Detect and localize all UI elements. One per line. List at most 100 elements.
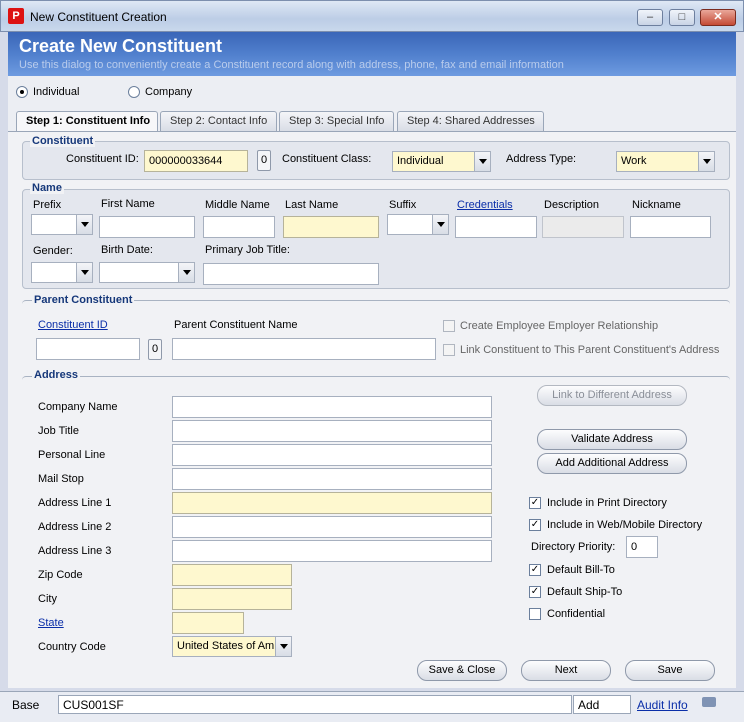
save-button[interactable]: Save [625, 660, 715, 681]
close-icon[interactable]: ✕ [700, 9, 736, 26]
constituent-legend: Constituent [30, 135, 96, 147]
city-field[interactable] [172, 588, 292, 610]
validate-address-button[interactable]: Validate Address [537, 429, 687, 450]
tab-shared-addresses[interactable]: Step 4: Shared Addresses [397, 111, 544, 131]
name-legend: Name [30, 182, 64, 194]
chevron-down-icon[interactable] [178, 263, 194, 282]
credentials-field[interactable] [455, 216, 537, 238]
print-directory-checkbox[interactable]: ✓ [529, 497, 541, 509]
company-label: Company [145, 86, 193, 98]
last-name-field[interactable] [283, 216, 379, 238]
maximize-icon[interactable]: □ [669, 9, 695, 26]
default-bill-to-label: Default Bill-To [547, 564, 615, 576]
status-action: Add [573, 695, 631, 714]
chevron-down-icon[interactable] [432, 215, 448, 234]
address-line-3-field[interactable] [172, 540, 492, 562]
dialog-header: Create New Constituent Use this dialog t… [8, 32, 736, 76]
link-address-checkbox[interactable] [443, 344, 455, 356]
chevron-down-icon[interactable] [76, 215, 92, 234]
directory-priority-label: Directory Priority: [531, 541, 616, 553]
nickname-field[interactable] [630, 216, 711, 238]
confidential-checkbox[interactable] [529, 608, 541, 620]
country-code-label: Country Code [38, 641, 106, 653]
suffix-select[interactable] [387, 214, 449, 235]
mail-stop-field[interactable] [172, 468, 492, 490]
personal-line-field[interactable] [172, 444, 492, 466]
default-ship-to-checkbox[interactable]: ✓ [529, 586, 541, 598]
birth-date-picker[interactable] [99, 262, 195, 283]
nickname-label: Nickname [632, 199, 681, 211]
link-different-address-button[interactable]: Link to Different Address [537, 385, 687, 406]
middle-name-field[interactable] [203, 216, 275, 238]
parent-constituent-name-field[interactable] [172, 338, 436, 360]
state-field[interactable] [172, 612, 244, 634]
create-relationship-checkbox[interactable] [443, 320, 455, 332]
personal-line-label: Personal Line [38, 449, 106, 461]
country-code-select[interactable]: United States of Am [172, 636, 292, 657]
mail-stop-label: Mail Stop [38, 473, 84, 485]
tab-special-info[interactable]: Step 3: Special Info [279, 111, 394, 131]
printer-icon[interactable] [702, 697, 716, 707]
address-line-2-field[interactable] [172, 516, 492, 538]
parent-id-lookup-button[interactable]: 0 [148, 339, 162, 360]
job-title-field[interactable] [172, 420, 492, 442]
save-close-button[interactable]: Save & Close [417, 660, 507, 681]
job-title-label: Job Title [38, 425, 79, 437]
constituent-class-select[interactable]: Individual [392, 151, 491, 172]
individual-radio[interactable] [16, 86, 28, 98]
first-name-label: First Name [101, 198, 155, 210]
birth-date-label: Birth Date: [101, 244, 153, 256]
primary-job-title-label: Primary Job Title: [205, 244, 290, 256]
address-type-value: Work [621, 155, 647, 167]
parent-constituent-id-field[interactable] [36, 338, 140, 360]
constituent-class-label: Constituent Class: [282, 153, 372, 165]
address-line-1-field[interactable] [172, 492, 492, 514]
confidential-label: Confidential [547, 608, 606, 620]
parent-constituent-name-label: Parent Constituent Name [174, 319, 298, 331]
prefix-select[interactable] [31, 214, 93, 235]
company-radio[interactable] [128, 86, 140, 98]
middle-name-label: Middle Name [205, 199, 270, 211]
add-additional-address-button[interactable]: Add Additional Address [537, 453, 687, 474]
status-code: CUS001SF [58, 695, 572, 714]
constituent-class-value: Individual [397, 155, 444, 167]
audit-info-link[interactable]: Audit Info [637, 698, 688, 712]
description-field [542, 216, 624, 238]
company-name-field[interactable] [172, 396, 492, 418]
default-bill-to-checkbox[interactable]: ✓ [529, 564, 541, 576]
parent-constituent-id-link[interactable]: Constituent ID [38, 319, 108, 331]
suffix-label: Suffix [389, 199, 417, 211]
zip-code-field[interactable] [172, 564, 292, 586]
first-name-field[interactable] [99, 216, 195, 238]
country-code-value: United States of Am [177, 640, 275, 652]
default-ship-to-label: Default Ship-To [547, 586, 623, 598]
chevron-down-icon[interactable] [698, 152, 714, 171]
constituent-id-lookup-button[interactable]: 0 [257, 150, 271, 171]
address-line-3-label: Address Line 3 [38, 545, 112, 557]
directory-priority-field[interactable]: 0 [626, 536, 658, 558]
address-line-1-label: Address Line 1 [38, 497, 112, 509]
page-subtitle: Use this dialog to conveniently create a… [19, 59, 564, 71]
chevron-down-icon[interactable] [275, 637, 291, 656]
address-type-select[interactable]: Work [616, 151, 715, 172]
gender-select[interactable] [31, 262, 93, 283]
next-button[interactable]: Next [521, 660, 611, 681]
description-label: Description [544, 199, 600, 211]
chevron-down-icon[interactable] [474, 152, 490, 171]
address-type-label: Address Type: [506, 153, 577, 165]
gender-label: Gender: [33, 245, 73, 257]
prefix-label: Prefix [33, 199, 62, 211]
last-name-label: Last Name [285, 199, 339, 211]
constituent-id-field[interactable]: 000000033644 [144, 150, 248, 172]
address-line-2-label: Address Line 2 [38, 521, 112, 533]
page-title: Create New Constituent [19, 36, 223, 56]
web-directory-checkbox[interactable]: ✓ [529, 519, 541, 531]
zip-code-label: Zip Code [38, 569, 83, 581]
tab-contact-info[interactable]: Step 2: Contact Info [160, 111, 277, 131]
primary-job-title-field[interactable] [203, 263, 379, 285]
minimize-icon[interactable]: – [637, 9, 663, 26]
credentials-link[interactable]: Credentials [457, 199, 513, 211]
chevron-down-icon[interactable] [76, 263, 92, 282]
state-link[interactable]: State [38, 617, 64, 629]
tab-constituent-info[interactable]: Step 1: Constituent Info [16, 111, 158, 132]
